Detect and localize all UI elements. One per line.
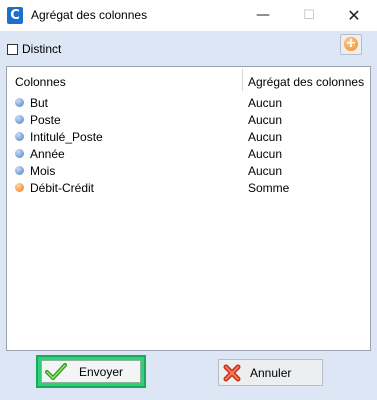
column-name: Poste: [30, 113, 61, 127]
minimize-button[interactable]: —: [240, 0, 286, 31]
column-name: But: [30, 96, 49, 110]
distinct-label: Distinct: [22, 42, 62, 56]
add-icon: +: [344, 36, 358, 51]
send-button-face[interactable]: Envoyer: [41, 360, 141, 383]
column-icon: [15, 115, 24, 124]
column-icon: [15, 132, 24, 141]
send-label: Envoyer: [79, 364, 124, 379]
header-divider[interactable]: [242, 69, 243, 91]
column-aggregate[interactable]: Aucun: [248, 147, 282, 161]
columns-list[interactable]: Colonnes Agrégat des colonnes But Aucun …: [6, 66, 371, 351]
column-icon: [15, 98, 24, 107]
column-icon: [15, 149, 24, 158]
cancel-label: Annuler: [250, 365, 292, 380]
list-row[interactable]: Débit-Crédit Somme: [7, 179, 370, 196]
column-name: Mois: [30, 164, 56, 178]
list-header: Colonnes Agrégat des colonnes: [7, 67, 370, 93]
column-aggregate[interactable]: Aucun: [248, 164, 282, 178]
column-icon: [15, 166, 24, 175]
maximize-button: ☐: [303, 8, 315, 23]
window-title: Agrégat des colonnes: [31, 8, 148, 22]
list-row[interactable]: But Aucun: [7, 94, 370, 111]
distinct-option[interactable]: Distinct: [7, 42, 61, 56]
column-name: Année: [30, 147, 65, 161]
header-aggregate[interactable]: Agrégat des colonnes: [248, 75, 364, 89]
column-aggregate[interactable]: Somme: [248, 181, 289, 195]
distinct-checkbox[interactable]: [7, 43, 18, 55]
column-name: Intitulé_Poste: [30, 130, 103, 144]
check-icon: [45, 362, 67, 380]
cancel-x-icon: [223, 364, 241, 381]
app-icon: C: [7, 7, 23, 24]
column-name: Débit-Crédit: [30, 181, 95, 195]
title-bar: C Agrégat des colonnes — ☐ ✕: [0, 0, 377, 31]
list-row[interactable]: Année Aucun: [7, 145, 370, 162]
list-row[interactable]: Intitulé_Poste Aucun: [7, 128, 370, 145]
send-button[interactable]: Envoyer: [36, 355, 146, 388]
column-aggregate[interactable]: Aucun: [248, 130, 282, 144]
add-button[interactable]: +: [340, 34, 362, 55]
list-row[interactable]: Mois Aucun: [7, 162, 370, 179]
cancel-button[interactable]: Annuler: [218, 359, 323, 386]
list-row[interactable]: Poste Aucun: [7, 111, 370, 128]
header-columns[interactable]: Colonnes: [15, 75, 66, 89]
column-icon: [15, 183, 24, 192]
close-button[interactable]: ✕: [331, 0, 377, 31]
column-aggregate[interactable]: Aucun: [248, 113, 282, 127]
column-aggregate[interactable]: Aucun: [248, 96, 282, 110]
